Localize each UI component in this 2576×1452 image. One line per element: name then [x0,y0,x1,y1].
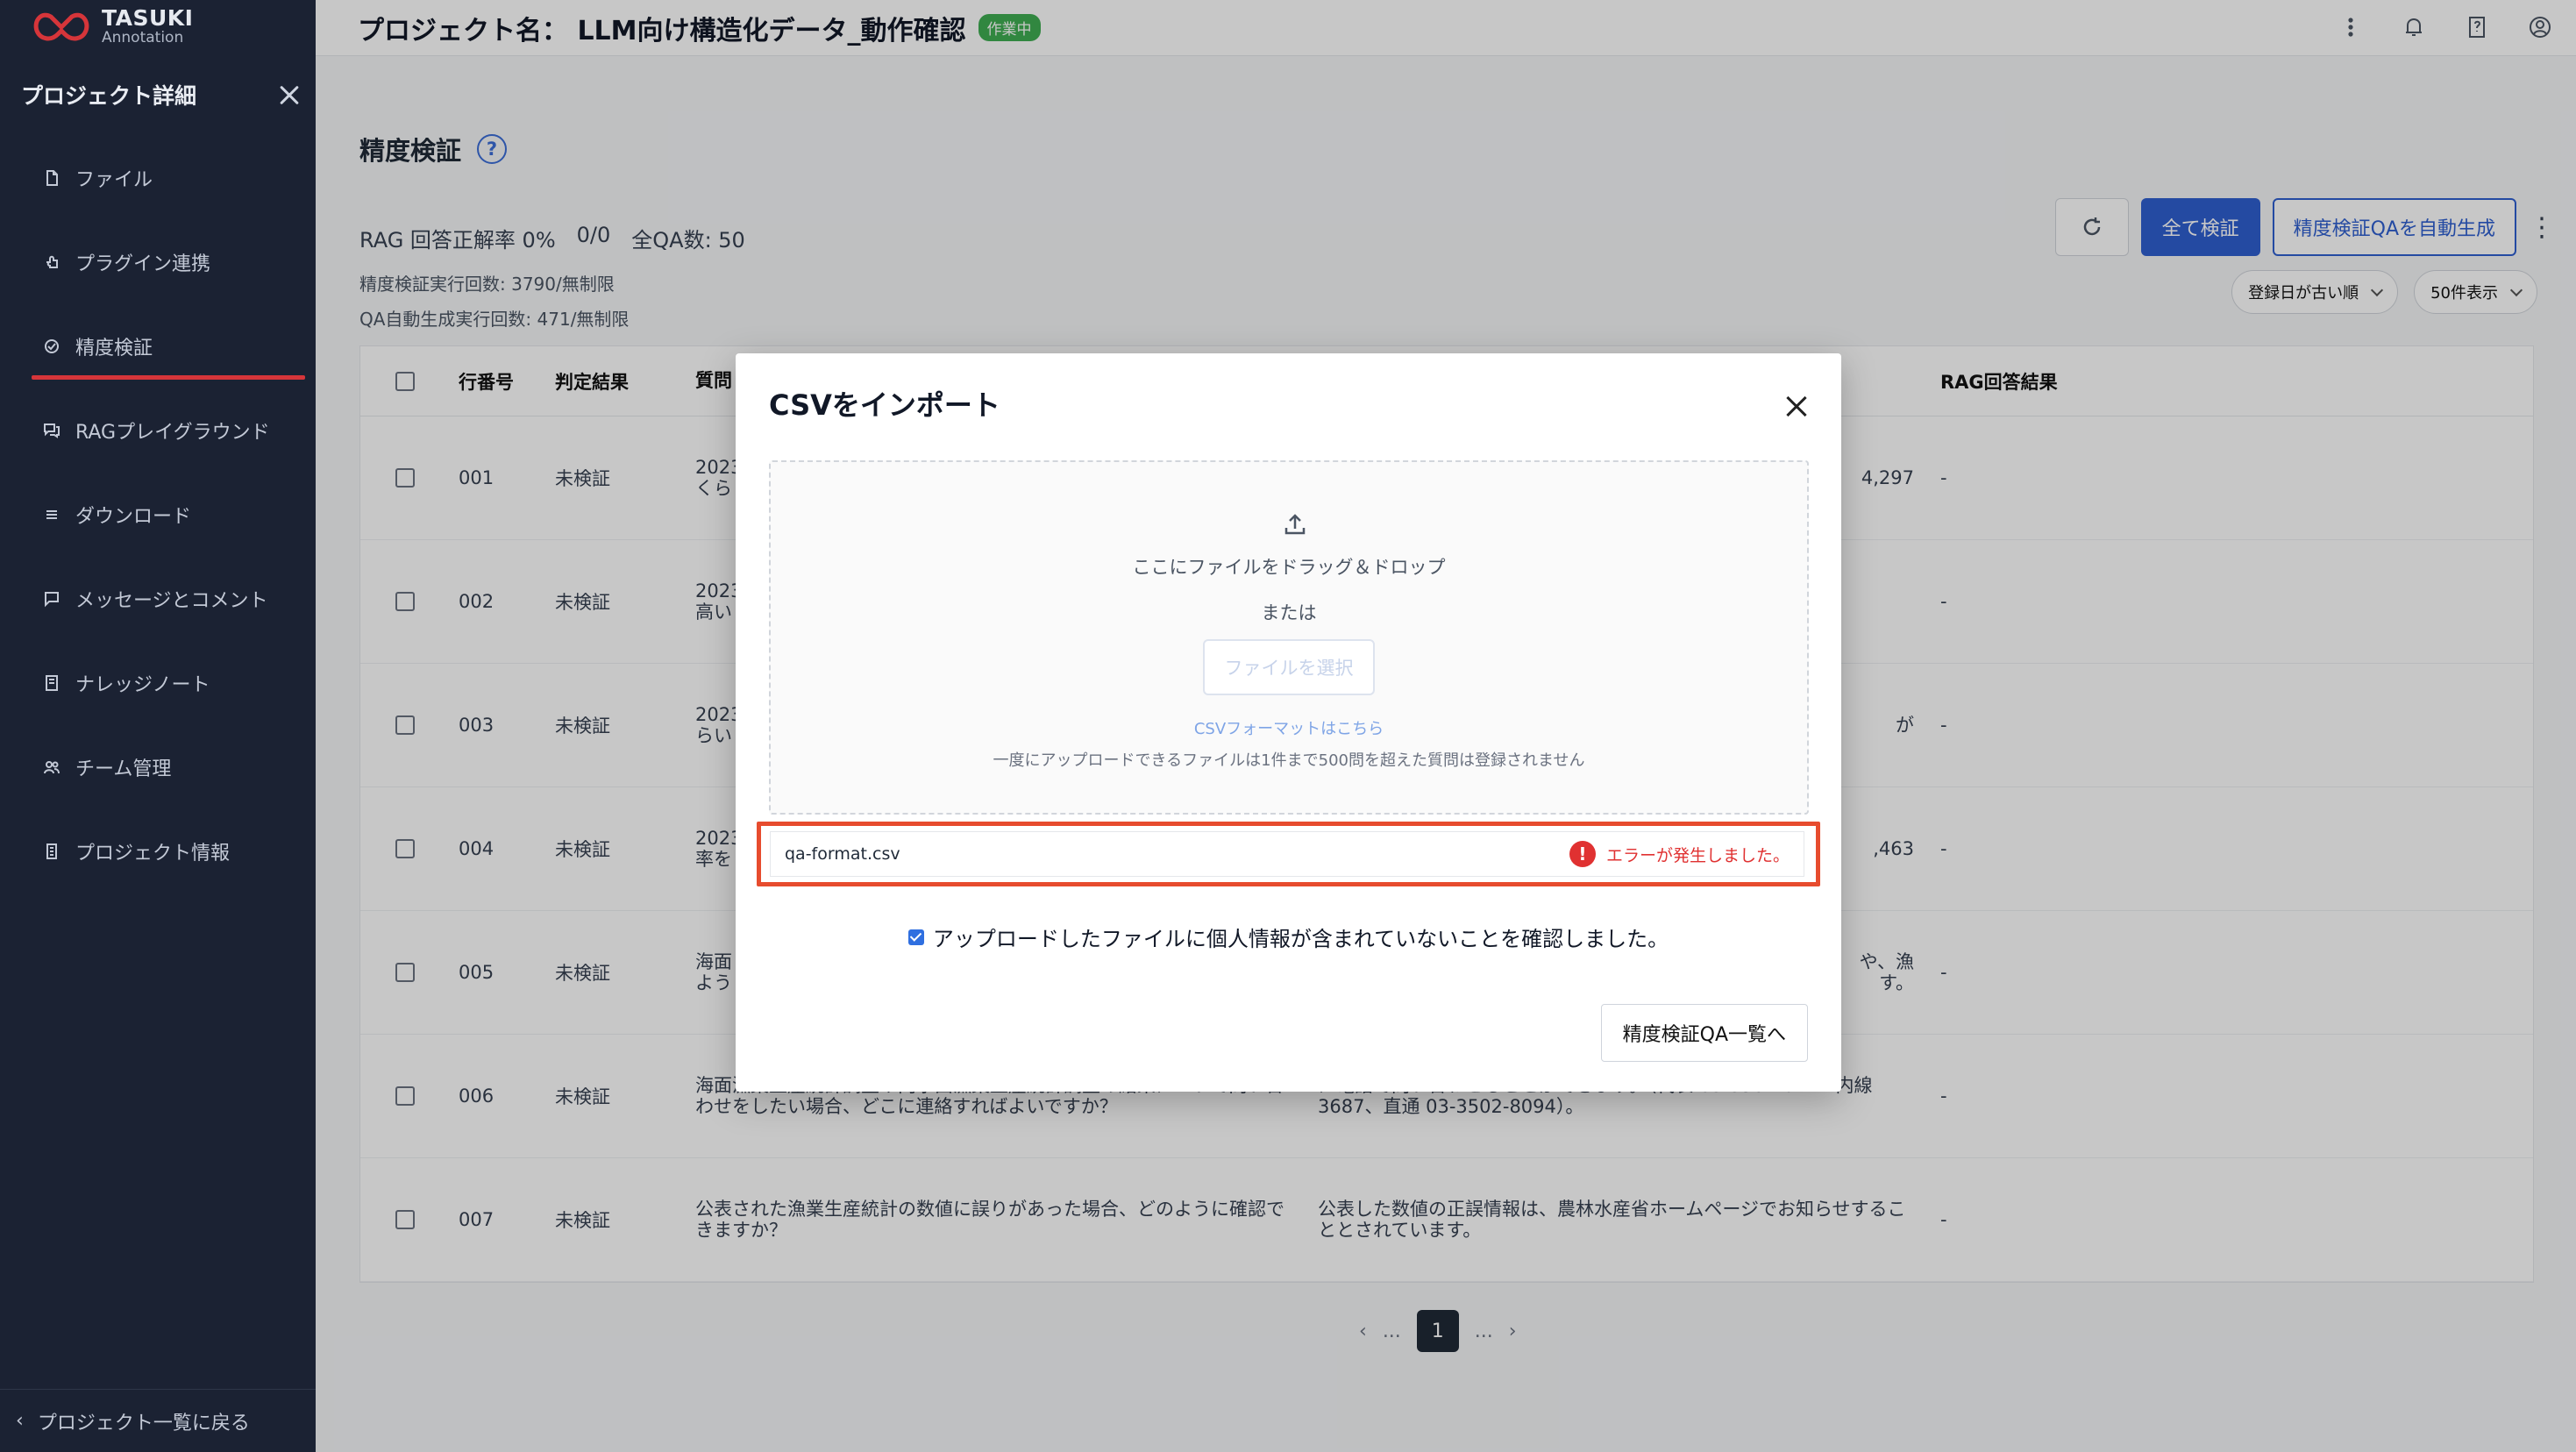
file-name: qa-format.csv [785,844,900,864]
sidebar-item-label: ダウンロード [75,506,192,528]
drop-text: ここにファイルをドラッグ＆ドロップ [1132,557,1446,578]
sidebar-item-download[interactable]: ダウンロード [0,473,316,557]
privacy-confirm-checkbox[interactable] [907,929,924,945]
logo-title: TASUKI [102,5,194,31]
sidebar-item-team[interactable]: チーム管理 [0,725,316,809]
sidebar-item-messages[interactable]: メッセージとコメント [0,557,316,641]
go-to-qa-list-button[interactable]: 精度検証QA一覧へ [1600,1004,1808,1062]
upload-note: 一度にアップロードできるファイルは1件まで500問を超えた質問は登録されません [993,751,1585,770]
sidebar-item-label: メッセージとコメント [75,590,268,612]
sidebar-header: プロジェクト詳細 [21,79,302,110]
sidebar-item-accuracy[interactable]: 精度検証 [0,304,316,388]
sidebar-item-label: ファイル [75,169,153,191]
modal-title: CSVをインポート [769,388,1000,422]
sidebar-item-label: プラグイン連携 [75,253,211,275]
chat-icon [42,421,61,440]
sidebar-item-label: 精度検証 [75,338,153,359]
privacy-confirm: アップロードしたファイルに個人情報が含まれていないことを確認しました。 [736,922,1841,952]
accuracy-icon [42,337,61,356]
csv-format-link[interactable]: CSVフォーマットはこちら [1194,720,1384,738]
back-label: プロジェクト一覧に戻る [37,1412,250,1434]
note-icon [42,673,61,693]
error-icon: ! [1569,841,1596,867]
sidebar-item-project-info[interactable]: プロジェクト情報 [0,809,316,893]
sidebar-item-label: RAGプレイグラウンド [75,422,270,444]
back-to-projects-link[interactable]: ‹ プロジェクト一覧に戻る [0,1389,316,1452]
uploaded-file-row: qa-format.csv ! エラーが発生しました。 [757,822,1820,886]
sidebar-item-label: ナレッジノート [75,674,210,696]
privacy-confirm-label[interactable]: アップロードしたファイルに個人情報が含まれていないことを確認しました。 [933,922,1669,952]
file-icon [42,168,61,188]
sidebar-item-rag-playground[interactable]: RAGプレイグラウンド [0,388,316,473]
tasuki-logo[interactable]: TASUKI Annotation [30,2,193,51]
select-file-button[interactable]: ファイルを選択 [1203,639,1375,695]
chevron-left-icon: ‹ [16,1410,24,1432]
logo-subtitle: Annotation [102,29,184,46]
error-message: エラーが発生しました。 [1605,845,1790,865]
sidebar-item-label: プロジェクト情報 [75,843,231,865]
team-icon [42,758,61,777]
sidebar-item-file[interactable]: ファイル [0,136,316,220]
list-icon [42,505,61,524]
sidebar: TASUKI Annotation プロジェクト詳細 ファイル プラグイン連携 … [0,0,316,1452]
uploaded-file-item: qa-format.csv ! エラーが発生しました。 [770,831,1804,877]
sidebar-item-label: チーム管理 [75,758,172,780]
sidebar-item-knowledge-note[interactable]: ナレッジノート [0,641,316,725]
or-text: または [1261,602,1317,623]
sidebar-nav: ファイル プラグイン連携 精度検証 RAGプレイグラウンド ダウンロード メッセ… [0,136,316,893]
info-icon [42,842,61,861]
file-dropzone[interactable]: ここにファイルをドラッグ＆ドロップ または ファイルを選択 CSVフォーマットは… [769,460,1809,815]
sidebar-title: プロジェクト詳細 [21,83,197,109]
csv-format-link-wrap: CSVフォーマットはこちら [771,716,1807,739]
logo-mark-icon [33,12,89,41]
csv-import-modal: CSVをインポート ここにファイルをドラッグ＆ドロップ または ファイルを選択 … [736,353,1841,1092]
message-icon [42,589,61,609]
plugin-icon [42,253,61,272]
error-status: ! エラーが発生しました。 [1569,841,1790,867]
sidebar-close-icon[interactable] [277,82,302,107]
sidebar-item-plugin[interactable]: プラグイン連携 [0,220,316,304]
upload-icon [1284,514,1306,535]
close-icon[interactable] [1785,395,1808,418]
